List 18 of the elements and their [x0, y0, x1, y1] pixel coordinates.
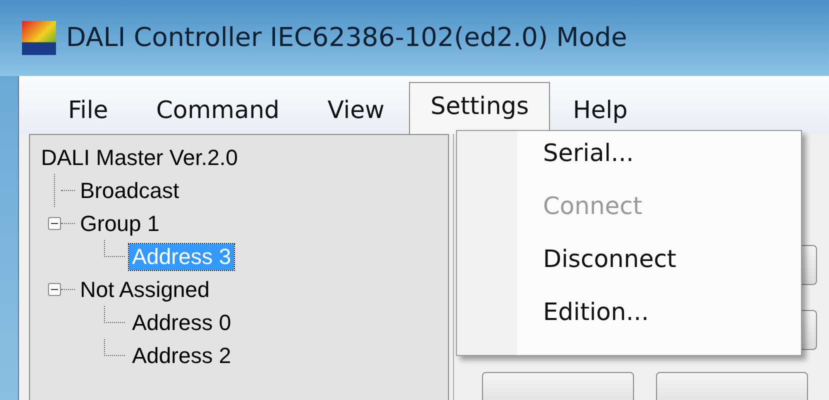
tree-item[interactable]: DALI Master Ver.2.0 — [38, 144, 241, 170]
menu-item[interactable]: Command — [137, 85, 299, 134]
menu-item[interactable]: View — [308, 85, 404, 134]
menu-option[interactable]: Disconnect — [457, 241, 801, 277]
collapse-icon[interactable] — [48, 217, 61, 230]
tree-item[interactable]: Group 1 — [77, 210, 162, 236]
collapse-icon[interactable] — [48, 283, 61, 296]
menu-option[interactable]: Serial... — [457, 135, 801, 171]
app-logo-icon — [22, 21, 56, 55]
menu-item[interactable]: Help — [554, 85, 647, 134]
menu-item[interactable]: Settings — [409, 82, 550, 134]
tree-item[interactable]: Broadcast — [77, 178, 182, 204]
tree-item[interactable]: Not Assigned — [77, 276, 213, 302]
menu-option[interactable]: Edition... — [457, 294, 801, 330]
tree-item[interactable]: Address 0 — [129, 310, 234, 336]
window-title: DALI Controller IEC62386-102(ed2.0) Mode — [66, 23, 628, 53]
menu-item[interactable]: File — [49, 85, 128, 134]
tree-item[interactable]: Address 2 — [129, 342, 234, 368]
